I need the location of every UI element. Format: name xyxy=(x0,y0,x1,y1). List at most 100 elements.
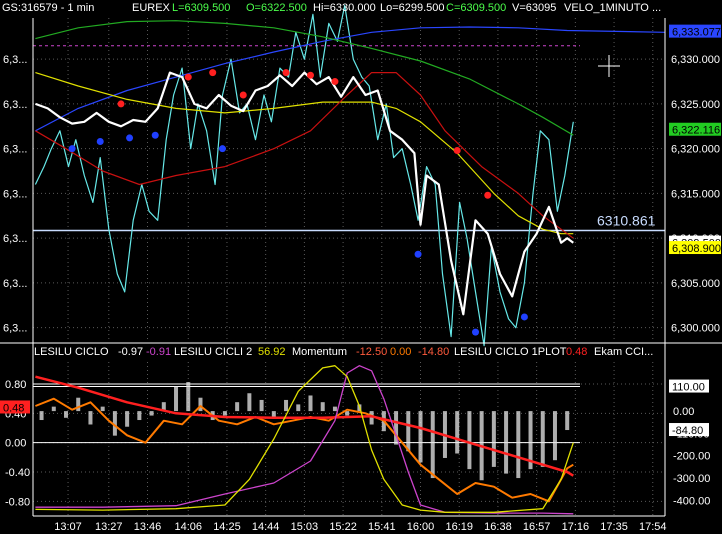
sar-hi-dot xyxy=(184,73,192,81)
close-price: C=6309.500 xyxy=(446,2,507,14)
momentum-histogram-bar xyxy=(308,395,313,412)
momentum-histogram-bar xyxy=(100,406,105,412)
x-tick-label: 16:00 xyxy=(407,521,435,533)
price-y-tick-label: 6,325.000 xyxy=(671,99,720,111)
sar-hi-dot xyxy=(239,91,247,99)
more-dots[interactable]: ... xyxy=(652,2,661,14)
ind-right-tick-label: -200.00 xyxy=(673,451,710,463)
sar-hi-dot xyxy=(484,191,492,199)
momentum-histogram-bar xyxy=(565,411,570,431)
momentum-histogram-bar xyxy=(174,386,179,412)
x-tick-label: 17:54 xyxy=(639,521,667,533)
price-y-tick-label: 6,315.000 xyxy=(671,188,720,200)
momentum-histogram-bar xyxy=(418,411,423,463)
momentum-histogram-bar xyxy=(247,393,252,412)
ind3-name[interactable]: Momentum xyxy=(292,346,347,358)
momentum-histogram-bar xyxy=(504,411,509,474)
horizontal-level-label: 6310.861 xyxy=(597,212,656,228)
price-left-tick-label: 6,3... xyxy=(3,233,27,245)
ind-right-tick-label: -300.00 xyxy=(673,473,710,485)
price-badge-text: 6,333.077 xyxy=(672,27,721,39)
x-tick-label: 14:06 xyxy=(174,521,202,533)
momentum-histogram-bar xyxy=(540,411,545,467)
sar-lo-dot xyxy=(126,134,134,142)
price-y-tick-label: 6,305.000 xyxy=(671,278,720,290)
ind-right-tick-label: -400.00 xyxy=(673,495,710,507)
x-tick-label: 13:27 xyxy=(95,521,123,533)
price-left-tick-label: 6,3... xyxy=(3,99,27,111)
price-y-tick-label: 6,320.000 xyxy=(671,144,720,156)
momentum-histogram-bar xyxy=(137,411,142,421)
volume-label: V=63095 xyxy=(512,2,557,14)
price-y-tick-label: 6,330.000 xyxy=(671,54,720,66)
ind5-name[interactable]: Ekam CCI... xyxy=(594,346,653,358)
ind3-value2: 0.00 xyxy=(390,346,412,358)
indicator-name[interactable]: VELO_1MINUTO xyxy=(564,2,649,14)
exchange-label: EUREX xyxy=(132,2,170,14)
sar-lo-dot xyxy=(218,145,226,153)
momentum-histogram-bar xyxy=(284,399,289,412)
momentum-histogram-bar xyxy=(491,411,496,467)
x-tick-label: 13:46 xyxy=(134,521,162,533)
x-tick-label: 13:07 xyxy=(54,521,82,533)
ind-badge-text: 110.00 xyxy=(672,382,705,394)
momentum-histogram-bar xyxy=(455,411,460,454)
x-tick-label: 14:25 xyxy=(213,521,241,533)
sar-hi-dot xyxy=(453,146,461,154)
low-price: Lo=6299.500 xyxy=(380,2,445,14)
ind3-value1: -12.50 xyxy=(356,346,388,358)
x-tick-label: 17:35 xyxy=(600,521,628,533)
high-price: Hi=6330.000 xyxy=(313,2,376,14)
momentum-histogram-bar xyxy=(88,411,93,425)
price-left-tick-label: 6,3... xyxy=(3,278,27,290)
symbol-label[interactable]: GS:316579 - 1 min xyxy=(2,2,94,14)
sar-lo-dot xyxy=(414,250,422,258)
x-tick-label: 16:19 xyxy=(445,521,473,533)
sar-lo-dot xyxy=(96,138,104,146)
ind-badge-text: -84.80 xyxy=(672,425,703,437)
ind2-name[interactable]: LESILU CICLI 2 xyxy=(174,346,252,358)
ind4-value1: 0.48 xyxy=(566,346,588,358)
ind4-name[interactable]: LESILU CICLO 1PLOT xyxy=(454,346,567,358)
x-tick-label: 16:38 xyxy=(484,521,512,533)
price-left-tick-label: 6,3... xyxy=(3,144,27,156)
momentum-histogram-bar xyxy=(467,411,472,470)
sar-hi-dot xyxy=(306,71,314,79)
indicator-header: LESILU CICLO -0.97 -0.91 LESILU CICLI 2 … xyxy=(0,344,722,360)
momentum-histogram-bar xyxy=(51,406,56,412)
sar-lo-dot xyxy=(68,145,76,153)
x-tick-label: 16:57 xyxy=(523,521,551,533)
ind1-value1: -0.97 xyxy=(118,346,144,358)
price-left-tick-label: 6,3... xyxy=(3,188,27,200)
momentum-histogram-bar xyxy=(296,404,301,412)
sar-hi-dot xyxy=(331,78,339,86)
momentum-histogram-bar xyxy=(259,399,264,412)
price-y-tick-label: 6,300.000 xyxy=(671,323,720,335)
momentum-histogram-bar xyxy=(430,411,435,479)
momentum-histogram-bar xyxy=(39,411,44,421)
momentum-histogram-bar xyxy=(552,411,557,461)
momentum-histogram-bar xyxy=(149,411,154,416)
trading-chart[interactable]: 6310.861 13:07 13:27 13:46 14:06 14:25 14:44 1… xyxy=(0,0,722,534)
ind3-value3: -14.80 xyxy=(418,346,450,358)
momentum-histogram-bar xyxy=(64,411,69,418)
momentum-histogram-bar xyxy=(235,402,240,412)
ind2-value1: 56.92 xyxy=(258,346,286,358)
price-header: GS:316579 - 1 min EUREX L=6309.500 O=632… xyxy=(0,0,722,16)
momentum-histogram-bar xyxy=(76,397,81,412)
x-tick-label: 15:41 xyxy=(368,521,396,533)
ind1-value2: -0.91 xyxy=(146,346,172,358)
price-badge-text: 6,308.900 xyxy=(672,243,721,255)
ind-left-tick-label: 0.80 xyxy=(5,379,26,391)
price-badge-text: 6,322.116 xyxy=(672,125,720,137)
momentum-histogram-bar xyxy=(320,402,325,412)
x-tick-label: 15:22 xyxy=(329,521,357,533)
ind1-name[interactable]: LESILU CICLO xyxy=(34,346,109,358)
sar-lo-dot xyxy=(520,313,528,321)
momentum-histogram-bar xyxy=(198,397,203,412)
ind-left-tick-label: -0.80 xyxy=(5,496,30,508)
price-left-tick-label: 6,3... xyxy=(3,323,27,335)
momentum-histogram-bar xyxy=(332,406,337,412)
momentum-histogram-bar xyxy=(406,411,411,452)
cycle-badge-text: 0.48 xyxy=(3,402,24,414)
